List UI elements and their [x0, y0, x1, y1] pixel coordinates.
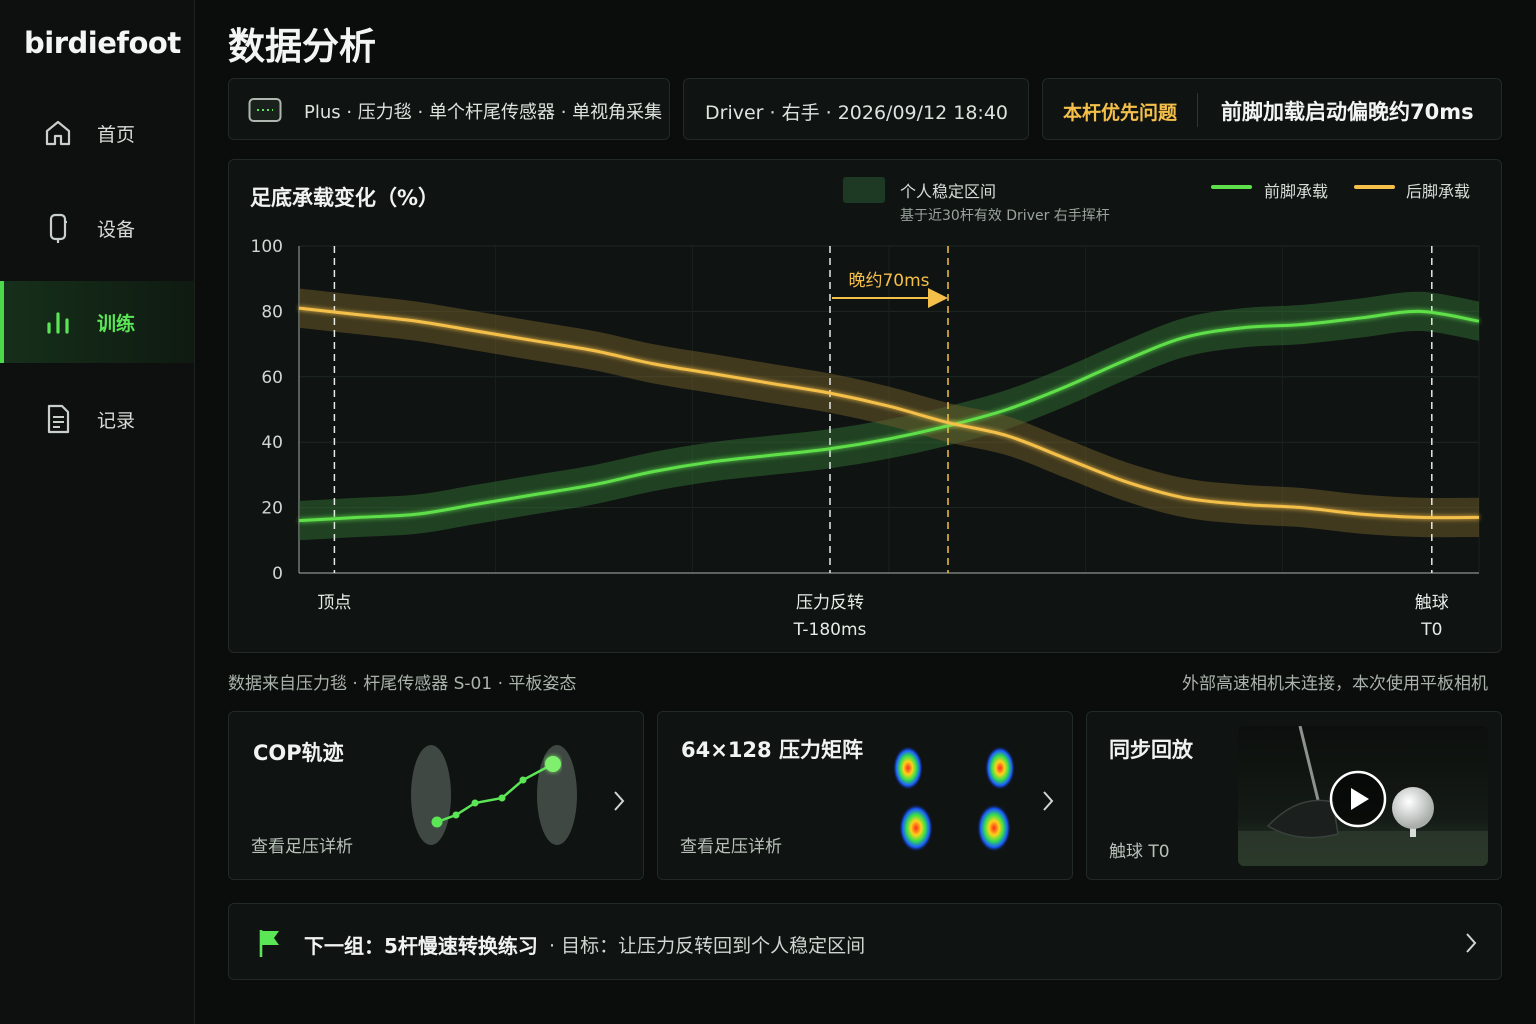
page-title: 数据分析	[228, 25, 376, 68]
y-tick-label: 80	[261, 302, 283, 322]
y-tick-label: 20	[261, 499, 283, 519]
foot-load-chart: 0 20 40 60 80 100 顶点 压力反转 T-180ms 触球 T0 晚约70ms	[251, 237, 1480, 640]
sidebar-item-home[interactable]: 首页	[0, 92, 194, 174]
brand-logo: birdiefoot	[24, 26, 181, 60]
session-info: Driver · 右手 · 2026/09/12 18:40	[683, 78, 1029, 140]
sidebar-item-records[interactable]: 记录	[0, 378, 194, 460]
card-title: 64×128 压力矩阵	[681, 738, 863, 762]
device-icon	[49, 213, 67, 243]
card-title: 同步回放	[1109, 738, 1193, 762]
priority-label: 本杆优先问题	[1063, 102, 1178, 124]
golf-ball	[1392, 787, 1434, 829]
sidebar-item-label: 记录	[97, 409, 136, 432]
session-text: Driver · 右手 · 2026/09/12 18:40	[705, 102, 1009, 124]
chevron-right-icon	[1043, 791, 1054, 811]
phase-label: 压力反转	[796, 593, 864, 613]
y-tick-label: 100	[251, 237, 283, 257]
next-set-banner[interactable]: 下一组：5杆慢速转换练习 · 目标：让压力反转回到个人稳定区间	[228, 903, 1502, 980]
sensor-mat-icon	[248, 98, 282, 122]
late-annotation-label: 晚约70ms	[848, 271, 929, 291]
card-subtitle: 触球 T0	[1109, 842, 1170, 862]
sidebar-item-device[interactable]: 设备	[0, 187, 194, 269]
video-thumbnail[interactable]	[1238, 726, 1488, 866]
document-icon	[47, 404, 70, 434]
phase-label: 触球	[1415, 593, 1449, 613]
equipment-text: Plus · 压力毯 · 单个杆尾传感器 · 单视角采集	[304, 102, 663, 123]
sidebar-item-label: 设备	[97, 218, 136, 241]
sidebar-item-label: 训练	[97, 312, 136, 335]
bar-chart-icon	[47, 312, 69, 334]
cop-trajectory-card[interactable]: COP轨迹 查看足压详析	[228, 711, 644, 880]
next-set-title: 下一组：5杆慢速转换练习	[304, 934, 538, 958]
divider	[1197, 93, 1198, 127]
y-tick-label: 0	[272, 564, 283, 584]
right-forefoot-heat	[985, 746, 1015, 790]
card-title: COP轨迹	[253, 741, 344, 765]
sidebar-item-label: 首页	[97, 123, 136, 146]
phase-time-label: T-180ms	[793, 620, 867, 640]
y-tick-label: 60	[261, 368, 283, 388]
sidebar-item-training[interactable]: 训练	[0, 281, 194, 363]
phase-label: 顶点	[317, 593, 351, 613]
cop-trajectory-graphic	[411, 745, 577, 845]
flag-icon	[259, 930, 279, 957]
card-subtitle: 查看足压详析	[680, 837, 782, 857]
data-source-note: 数据来自压力毯 · 杆尾传感器 S-01 · 平板姿态	[228, 674, 577, 694]
priority-issue[interactable]: 本杆优先问题 前脚加载启动偏晚约70ms	[1042, 78, 1502, 140]
left-foot-outline	[411, 745, 451, 845]
priority-value: 前脚加载启动偏晚约70ms	[1221, 100, 1474, 124]
sync-replay-card[interactable]: 同步回放 触球 T0	[1086, 711, 1502, 880]
left-heel-heat	[899, 804, 933, 852]
foot-load-chart-card: 足底承载变化（%） 个人稳定区间 基于近30杆有效 Driver 右手挥杆 前脚…	[228, 159, 1502, 653]
home-icon	[45, 120, 71, 146]
camera-note: 外部高速相机未连接，本次使用平板相机	[1182, 674, 1488, 694]
sidebar: birdiefoot 首页 设备 训练 记录	[0, 0, 195, 1024]
chevron-right-icon	[614, 791, 625, 811]
left-forefoot-heat	[893, 746, 923, 790]
phase-time-label: T0	[1420, 620, 1442, 640]
next-set-goal: · 目标：让压力反转回到个人稳定区间	[549, 935, 866, 957]
right-heel-heat	[977, 804, 1011, 852]
equipment-info: Plus · 压力毯 · 单个杆尾传感器 · 单视角采集	[228, 78, 670, 140]
y-tick-label: 40	[261, 433, 283, 453]
card-subtitle: 查看足压详析	[251, 837, 353, 857]
pressure-matrix-card[interactable]: 64×128 压力矩阵 查看足压详析	[657, 711, 1073, 880]
chevron-right-icon	[1466, 933, 1477, 953]
pressure-heatmap-graphic	[893, 746, 1015, 852]
